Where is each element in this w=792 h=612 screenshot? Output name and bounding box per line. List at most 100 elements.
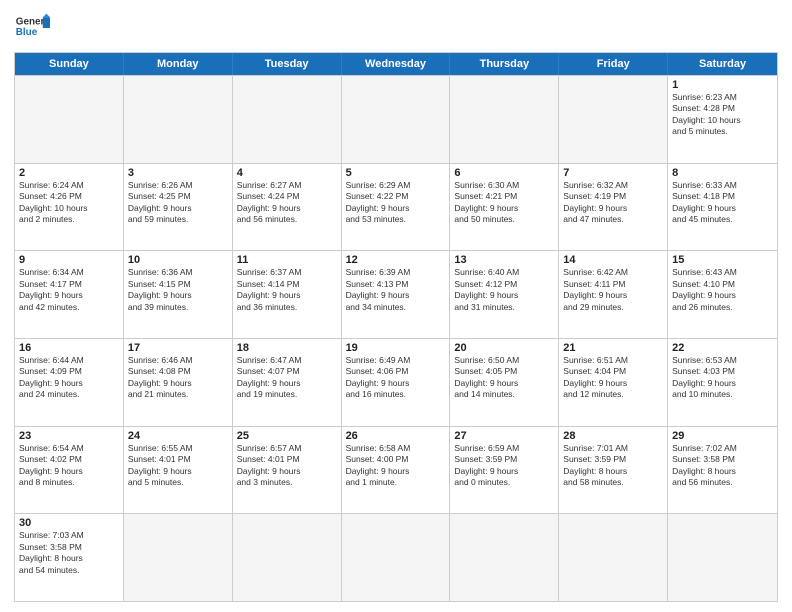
day-number: 22 — [672, 342, 773, 354]
header-day-tuesday: Tuesday — [233, 53, 342, 75]
calendar-cell: 25Sunrise: 6:57 AM Sunset: 4:01 PM Dayli… — [233, 427, 342, 514]
day-number: 9 — [19, 254, 119, 266]
calendar-cell: 21Sunrise: 6:51 AM Sunset: 4:04 PM Dayli… — [559, 339, 668, 426]
day-info: Sunrise: 7:03 AM Sunset: 3:58 PM Dayligh… — [19, 530, 119, 576]
day-info: Sunrise: 6:49 AM Sunset: 4:06 PM Dayligh… — [346, 355, 446, 401]
day-number: 18 — [237, 342, 337, 354]
calendar-week-5: 23Sunrise: 6:54 AM Sunset: 4:02 PM Dayli… — [15, 426, 777, 514]
day-info: Sunrise: 6:51 AM Sunset: 4:04 PM Dayligh… — [563, 355, 663, 401]
calendar-header: SundayMondayTuesdayWednesdayThursdayFrid… — [15, 53, 777, 75]
day-info: Sunrise: 6:59 AM Sunset: 3:59 PM Dayligh… — [454, 443, 554, 489]
header-day-monday: Monday — [124, 53, 233, 75]
day-info: Sunrise: 6:42 AM Sunset: 4:11 PM Dayligh… — [563, 267, 663, 313]
day-info: Sunrise: 6:50 AM Sunset: 4:05 PM Dayligh… — [454, 355, 554, 401]
day-number: 21 — [563, 342, 663, 354]
day-info: Sunrise: 6:37 AM Sunset: 4:14 PM Dayligh… — [237, 267, 337, 313]
header-day-saturday: Saturday — [668, 53, 777, 75]
day-number: 4 — [237, 167, 337, 179]
header-day-friday: Friday — [559, 53, 668, 75]
header-day-sunday: Sunday — [15, 53, 124, 75]
day-number: 15 — [672, 254, 773, 266]
calendar-cell: 23Sunrise: 6:54 AM Sunset: 4:02 PM Dayli… — [15, 427, 124, 514]
calendar-cell — [450, 514, 559, 601]
calendar-cell: 16Sunrise: 6:44 AM Sunset: 4:09 PM Dayli… — [15, 339, 124, 426]
calendar-cell: 6Sunrise: 6:30 AM Sunset: 4:21 PM Daylig… — [450, 164, 559, 251]
calendar-week-1: 1Sunrise: 6:23 AM Sunset: 4:28 PM Daylig… — [15, 75, 777, 163]
calendar-cell: 17Sunrise: 6:46 AM Sunset: 4:08 PM Dayli… — [124, 339, 233, 426]
day-number: 26 — [346, 430, 446, 442]
calendar-cell: 22Sunrise: 6:53 AM Sunset: 4:03 PM Dayli… — [668, 339, 777, 426]
calendar-cell: 10Sunrise: 6:36 AM Sunset: 4:15 PM Dayli… — [124, 251, 233, 338]
day-info: Sunrise: 6:57 AM Sunset: 4:01 PM Dayligh… — [237, 443, 337, 489]
day-number: 2 — [19, 167, 119, 179]
page-header: General Blue — [14, 10, 778, 46]
calendar-cell: 13Sunrise: 6:40 AM Sunset: 4:12 PM Dayli… — [450, 251, 559, 338]
calendar-cell — [124, 76, 233, 163]
header-day-thursday: Thursday — [450, 53, 559, 75]
day-number: 13 — [454, 254, 554, 266]
calendar-cell: 11Sunrise: 6:37 AM Sunset: 4:14 PM Dayli… — [233, 251, 342, 338]
calendar-week-6: 30Sunrise: 7:03 AM Sunset: 3:58 PM Dayli… — [15, 513, 777, 601]
calendar-cell: 15Sunrise: 6:43 AM Sunset: 4:10 PM Dayli… — [668, 251, 777, 338]
day-number: 29 — [672, 430, 773, 442]
svg-text:Blue: Blue — [16, 27, 38, 38]
day-info: Sunrise: 6:54 AM Sunset: 4:02 PM Dayligh… — [19, 443, 119, 489]
calendar-cell: 2Sunrise: 6:24 AM Sunset: 4:26 PM Daylig… — [15, 164, 124, 251]
day-number: 25 — [237, 430, 337, 442]
day-info: Sunrise: 6:23 AM Sunset: 4:28 PM Dayligh… — [672, 92, 773, 138]
calendar-cell — [342, 76, 451, 163]
day-info: Sunrise: 6:55 AM Sunset: 4:01 PM Dayligh… — [128, 443, 228, 489]
calendar-cell — [342, 514, 451, 601]
calendar-cell: 28Sunrise: 7:01 AM Sunset: 3:59 PM Dayli… — [559, 427, 668, 514]
calendar-cell: 14Sunrise: 6:42 AM Sunset: 4:11 PM Dayli… — [559, 251, 668, 338]
day-info: Sunrise: 6:24 AM Sunset: 4:26 PM Dayligh… — [19, 180, 119, 226]
day-info: Sunrise: 6:44 AM Sunset: 4:09 PM Dayligh… — [19, 355, 119, 401]
day-number: 1 — [672, 79, 773, 91]
calendar: SundayMondayTuesdayWednesdayThursdayFrid… — [14, 52, 778, 602]
day-info: Sunrise: 6:53 AM Sunset: 4:03 PM Dayligh… — [672, 355, 773, 401]
day-number: 27 — [454, 430, 554, 442]
calendar-cell: 30Sunrise: 7:03 AM Sunset: 3:58 PM Dayli… — [15, 514, 124, 601]
day-info: Sunrise: 6:36 AM Sunset: 4:15 PM Dayligh… — [128, 267, 228, 313]
day-number: 5 — [346, 167, 446, 179]
day-number: 28 — [563, 430, 663, 442]
day-number: 8 — [672, 167, 773, 179]
day-number: 11 — [237, 254, 337, 266]
calendar-cell — [233, 76, 342, 163]
calendar-body: 1Sunrise: 6:23 AM Sunset: 4:28 PM Daylig… — [15, 75, 777, 601]
day-info: Sunrise: 6:43 AM Sunset: 4:10 PM Dayligh… — [672, 267, 773, 313]
day-info: Sunrise: 6:46 AM Sunset: 4:08 PM Dayligh… — [128, 355, 228, 401]
day-info: Sunrise: 6:34 AM Sunset: 4:17 PM Dayligh… — [19, 267, 119, 313]
calendar-week-3: 9Sunrise: 6:34 AM Sunset: 4:17 PM Daylig… — [15, 250, 777, 338]
calendar-cell: 8Sunrise: 6:33 AM Sunset: 4:18 PM Daylig… — [668, 164, 777, 251]
day-number: 10 — [128, 254, 228, 266]
calendar-cell: 7Sunrise: 6:32 AM Sunset: 4:19 PM Daylig… — [559, 164, 668, 251]
calendar-cell — [559, 514, 668, 601]
calendar-week-4: 16Sunrise: 6:44 AM Sunset: 4:09 PM Dayli… — [15, 338, 777, 426]
day-info: Sunrise: 6:32 AM Sunset: 4:19 PM Dayligh… — [563, 180, 663, 226]
calendar-cell — [124, 514, 233, 601]
calendar-cell: 1Sunrise: 6:23 AM Sunset: 4:28 PM Daylig… — [668, 76, 777, 163]
calendar-cell — [233, 514, 342, 601]
day-number: 14 — [563, 254, 663, 266]
day-number: 19 — [346, 342, 446, 354]
day-info: Sunrise: 6:33 AM Sunset: 4:18 PM Dayligh… — [672, 180, 773, 226]
day-number: 12 — [346, 254, 446, 266]
calendar-cell: 3Sunrise: 6:26 AM Sunset: 4:25 PM Daylig… — [124, 164, 233, 251]
day-number: 16 — [19, 342, 119, 354]
calendar-cell — [668, 514, 777, 601]
calendar-week-2: 2Sunrise: 6:24 AM Sunset: 4:26 PM Daylig… — [15, 163, 777, 251]
calendar-cell — [15, 76, 124, 163]
day-number: 23 — [19, 430, 119, 442]
day-number: 3 — [128, 167, 228, 179]
day-info: Sunrise: 6:27 AM Sunset: 4:24 PM Dayligh… — [237, 180, 337, 226]
calendar-cell: 18Sunrise: 6:47 AM Sunset: 4:07 PM Dayli… — [233, 339, 342, 426]
day-number: 24 — [128, 430, 228, 442]
day-info: Sunrise: 7:01 AM Sunset: 3:59 PM Dayligh… — [563, 443, 663, 489]
day-number: 6 — [454, 167, 554, 179]
calendar-cell: 27Sunrise: 6:59 AM Sunset: 3:59 PM Dayli… — [450, 427, 559, 514]
day-info: Sunrise: 6:47 AM Sunset: 4:07 PM Dayligh… — [237, 355, 337, 401]
calendar-cell: 4Sunrise: 6:27 AM Sunset: 4:24 PM Daylig… — [233, 164, 342, 251]
day-info: Sunrise: 6:29 AM Sunset: 4:22 PM Dayligh… — [346, 180, 446, 226]
calendar-cell: 19Sunrise: 6:49 AM Sunset: 4:06 PM Dayli… — [342, 339, 451, 426]
